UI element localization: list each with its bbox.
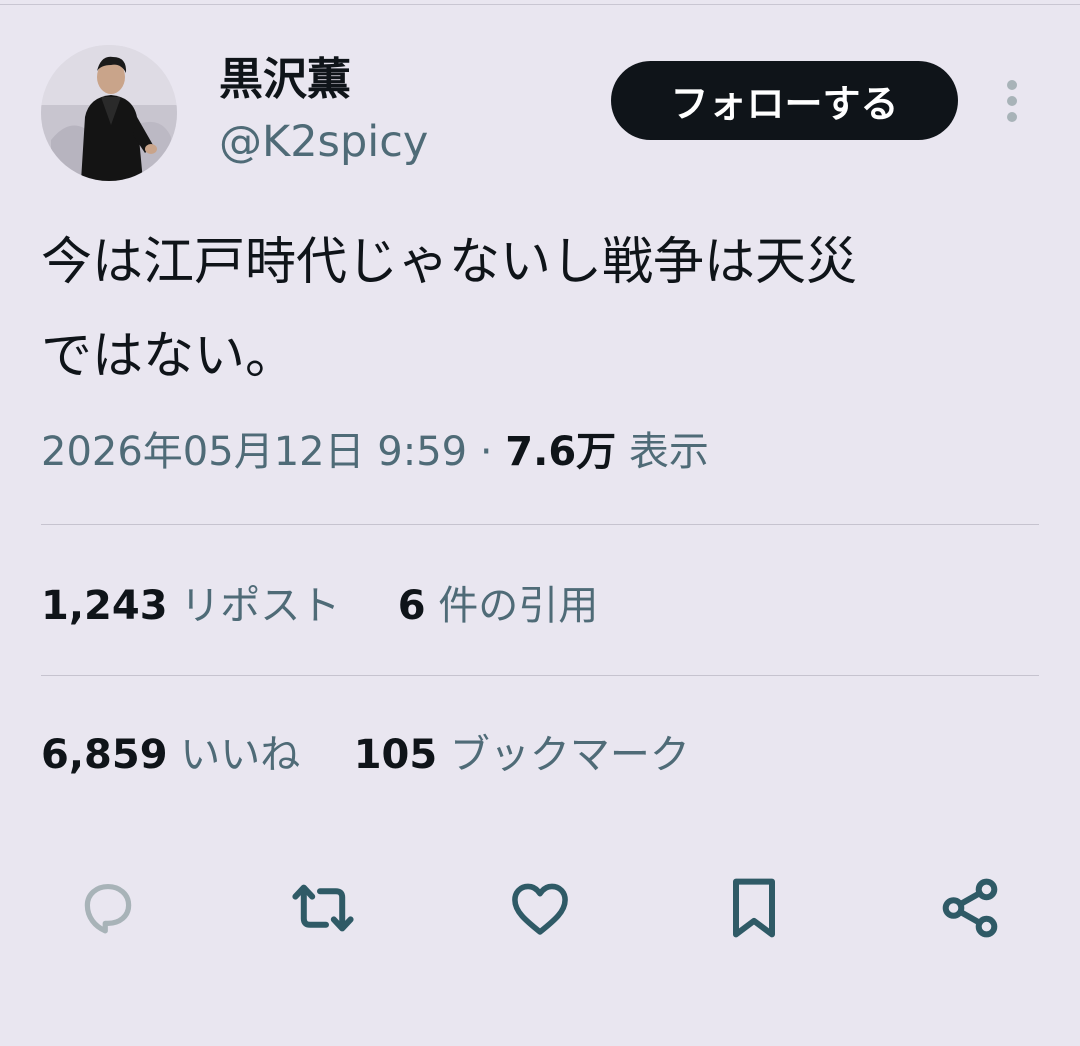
like-button[interactable] — [504, 872, 576, 944]
user-handle[interactable]: @K2spicy — [219, 114, 428, 170]
divider — [41, 524, 1039, 525]
likes-stat[interactable]: 6,859 いいね — [41, 732, 300, 778]
quotes-label: 件の引用 — [438, 583, 599, 629]
retweet-icon — [292, 884, 354, 932]
top-divider — [0, 4, 1080, 5]
retweet-button[interactable] — [287, 872, 359, 944]
more-options-button[interactable] — [996, 76, 1028, 126]
bookmarks-count: 105 — [353, 732, 438, 778]
meta-separator: · — [479, 429, 493, 475]
views-label: 表示 — [628, 429, 709, 475]
avatar-photo — [41, 45, 177, 181]
bookmark-button[interactable] — [718, 872, 790, 944]
timestamp[interactable]: 2026年05月12日 9:59 — [41, 429, 467, 475]
bookmark-icon — [733, 878, 775, 938]
quotes-count: 6 — [397, 583, 426, 629]
share-icon — [942, 878, 998, 938]
display-name[interactable]: 黒沢薫 — [219, 52, 351, 108]
bookmarks-stat[interactable]: 105 ブックマーク — [354, 732, 690, 778]
tweet-text-line: 今は江戸時代じゃないし戦争は天災 — [41, 233, 858, 292]
reposts-stat[interactable]: 1,243 リポスト — [41, 583, 340, 629]
share-button[interactable] — [934, 872, 1006, 944]
heart-icon — [512, 883, 568, 935]
tweet-text: 今は江戸時代じゃないし戦争は天災 ではない。 — [41, 216, 1041, 404]
likes-count: 6,859 — [41, 732, 168, 778]
reply-button[interactable] — [72, 872, 144, 944]
bookmarks-label: ブックマーク — [449, 732, 690, 778]
divider — [41, 675, 1039, 676]
views-count: 7.6万 — [505, 429, 617, 475]
avatar[interactable] — [41, 45, 177, 181]
tweet-text-line: ではない。 — [41, 327, 297, 386]
tweet-meta: 2026年05月12日 9:59 · 7.6万 表示 — [41, 424, 709, 480]
likes-label: いいね — [180, 732, 301, 778]
follow-button[interactable]: フォローする — [611, 61, 958, 140]
reposts-count: 1,243 — [41, 583, 168, 629]
stats-row-shares: 1,243 リポスト 6 件の引用 — [41, 578, 598, 634]
reposts-label: リポスト — [180, 583, 341, 629]
stats-row-likes: 6,859 いいね 105 ブックマーク — [41, 727, 690, 783]
more-vertical-icon — [1007, 80, 1017, 122]
quotes-stat[interactable]: 6 件の引用 — [398, 583, 599, 629]
reply-icon — [84, 883, 132, 934]
